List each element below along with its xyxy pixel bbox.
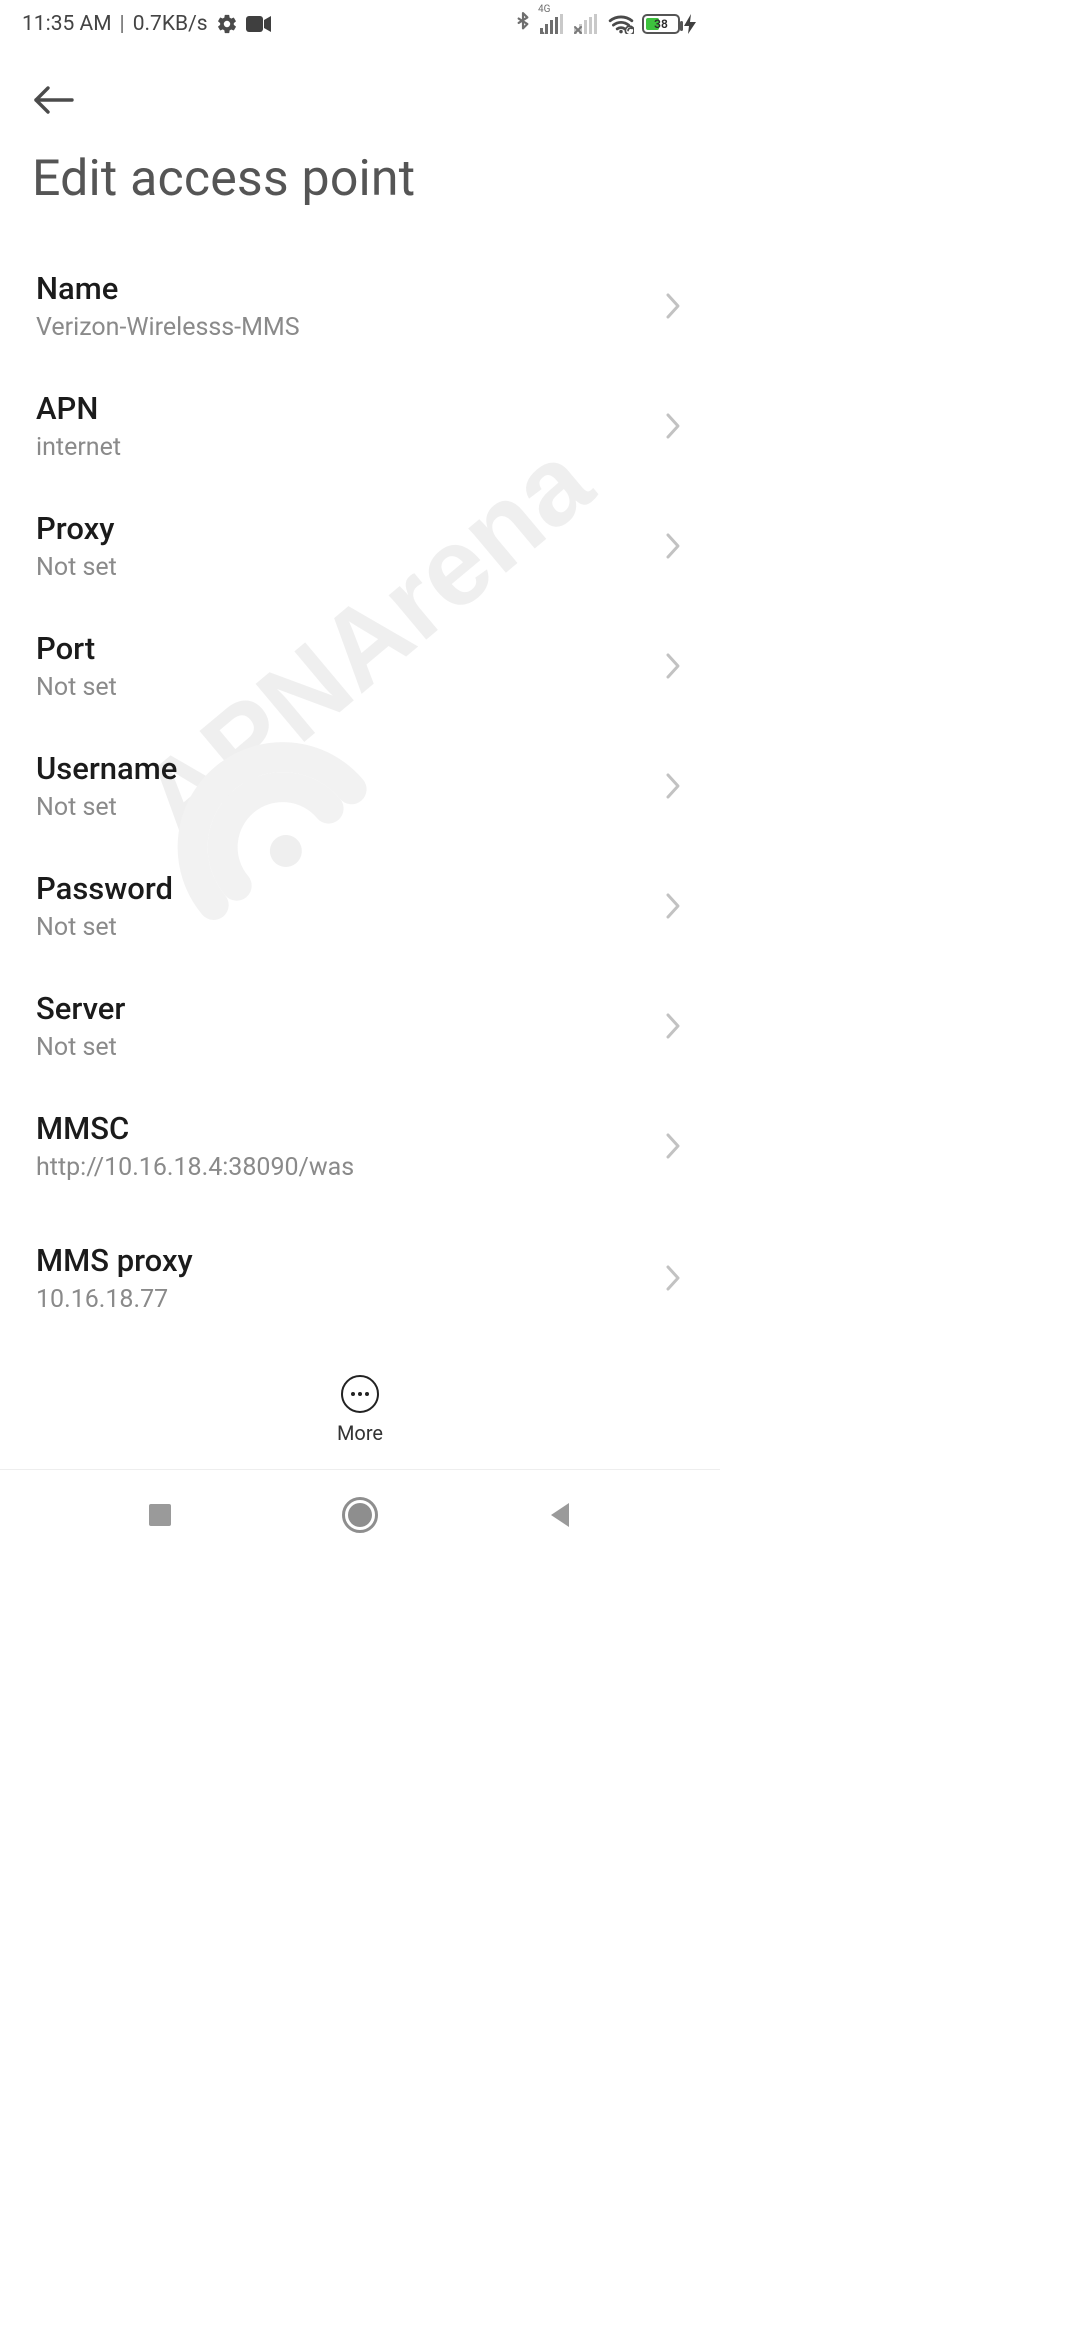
status-divider: |: [120, 12, 125, 36]
bluetooth-icon: [514, 12, 532, 36]
row-value: Not set: [36, 1033, 125, 1062]
row-label: Username: [36, 750, 177, 787]
back-button[interactable]: [32, 72, 88, 128]
chevron-right-icon: [664, 1263, 682, 1293]
chevron-right-icon: [664, 531, 682, 561]
clock-text: 11:35 AM: [22, 12, 112, 36]
row-port[interactable]: Port Not set: [0, 606, 720, 726]
row-value: Not set: [36, 793, 177, 822]
signal-nosim-icon: [574, 14, 600, 34]
nav-back-button[interactable]: [510, 1485, 610, 1545]
chevron-right-icon: [664, 651, 682, 681]
triangle-left-icon: [547, 1501, 573, 1529]
settings-icon: [216, 13, 238, 35]
settings-list: Name Verizon-Wirelesss-MMS APN internet …: [0, 246, 720, 1350]
signal-4g-label: 4G: [538, 4, 550, 15]
row-label: Password: [36, 870, 173, 907]
nav-home-button[interactable]: [310, 1485, 410, 1545]
circle-icon: [342, 1497, 378, 1533]
row-name[interactable]: Name Verizon-Wirelesss-MMS: [0, 246, 720, 366]
row-proxy[interactable]: Proxy Not set: [0, 486, 720, 606]
chevron-right-icon: [664, 771, 682, 801]
arrow-left-icon: [32, 84, 76, 116]
chevron-right-icon: [664, 1011, 682, 1041]
row-value: 10.16.18.77: [36, 1285, 193, 1314]
chevron-right-icon: [664, 411, 682, 441]
row-value: internet: [36, 433, 121, 462]
net-speed-text: 0.7KB/s: [133, 12, 208, 36]
video-camera-icon: [246, 15, 272, 33]
row-mmsc[interactable]: MMSC http://10.16.18.4:38090/was: [0, 1086, 720, 1206]
charging-icon: [684, 14, 696, 34]
row-value: Not set: [36, 913, 173, 942]
square-icon: [147, 1502, 173, 1528]
chevron-right-icon: [664, 891, 682, 921]
row-server[interactable]: Server Not set: [0, 966, 720, 1086]
bottom-action-bar: More: [0, 1350, 720, 1470]
system-nav-bar: [0, 1470, 720, 1560]
row-username[interactable]: Username Not set: [0, 726, 720, 846]
chevron-right-icon: [664, 291, 682, 321]
more-icon: [341, 1375, 379, 1413]
chevron-right-icon: [664, 1131, 682, 1161]
more-button[interactable]: More: [337, 1375, 383, 1445]
row-value: Verizon-Wirelesss-MMS: [36, 313, 300, 342]
row-label: Proxy: [36, 510, 117, 547]
more-label: More: [337, 1421, 383, 1445]
screen-header: Edit access point: [0, 48, 720, 246]
row-label: Port: [36, 630, 117, 667]
status-left: 11:35 AM | 0.7KB/s: [22, 12, 272, 36]
row-label: Server: [36, 990, 125, 1027]
row-value: Not set: [36, 673, 117, 702]
status-bar: 11:35 AM | 0.7KB/s 4G: [0, 0, 720, 48]
row-label: MMS proxy: [36, 1242, 193, 1279]
row-label: Name: [36, 270, 300, 307]
row-mms-proxy[interactable]: MMS proxy 10.16.18.77: [0, 1206, 720, 1326]
nav-recent-button[interactable]: [110, 1485, 210, 1545]
status-right: 4G 38: [514, 12, 696, 36]
row-apn[interactable]: APN internet: [0, 366, 720, 486]
row-value: http://10.16.18.4:38090/was: [36, 1153, 354, 1182]
row-value: Not set: [36, 553, 117, 582]
page-title: Edit access point: [32, 150, 688, 208]
row-label: MMSC: [36, 1110, 354, 1147]
battery-percent: 38: [644, 17, 678, 31]
signal-4g-icon: 4G: [540, 14, 566, 34]
row-label: APN: [36, 390, 121, 427]
row-password[interactable]: Password Not set: [0, 846, 720, 966]
battery-icon: 38: [642, 14, 680, 34]
battery-indicator: 38: [642, 14, 696, 34]
wifi-icon: [608, 14, 634, 34]
